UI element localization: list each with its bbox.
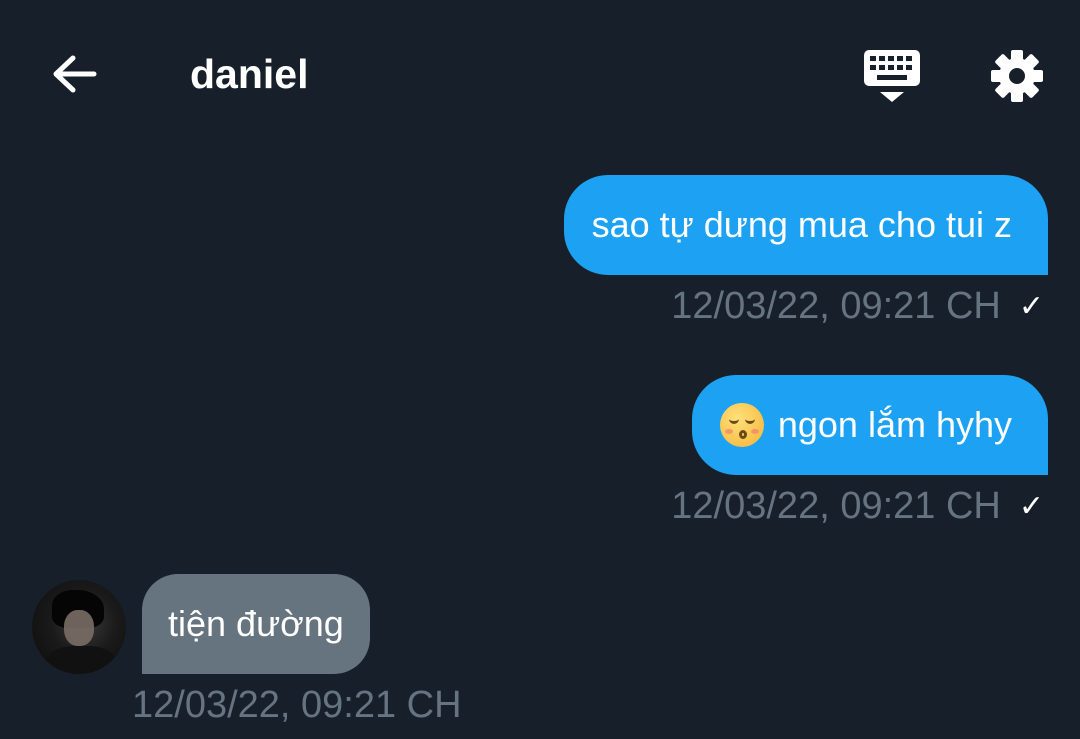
settings-button[interactable] [985, 44, 1049, 108]
message-text: sao tự dưng mua cho tui z [591, 204, 1012, 245]
message-bubble-incoming[interactable]: tiện đường [142, 574, 370, 674]
checkmark-icon: ✓ [1018, 290, 1044, 323]
message-timestamp: 12/03/22, 09:21 CH [132, 684, 462, 726]
message-text: ngon lắm hyhy [777, 404, 1012, 445]
user-avatar[interactable] [32, 580, 126, 674]
message-text: tiện đường [168, 603, 344, 644]
message-bubble-outgoing[interactable]: sao tự dưng mua cho tui z [563, 175, 1048, 275]
checkmark-icon: ✓ [1018, 490, 1044, 523]
message-meta: 12/03/22, 09:21 CH ✓ [671, 285, 1044, 328]
gear-icon [991, 50, 1043, 102]
kissing-smiling-eyes-emoji [719, 403, 764, 447]
keyboard-icon [864, 50, 920, 102]
message-meta: 12/03/22, 09:21 CH ✓ [671, 485, 1044, 528]
arrow-left-icon [53, 55, 97, 93]
message-timestamp: 12/03/22, 09:21 CH [671, 285, 1001, 327]
message-timestamp: 12/03/22, 09:21 CH [671, 485, 1001, 527]
keyboard-toggle-button[interactable] [858, 44, 926, 108]
message-bubble-outgoing[interactable]: ngon lắm hyhy [691, 375, 1048, 475]
back-button[interactable] [40, 48, 108, 100]
dm-conversation-screen: daniel sao tự dưng mua cho tui z 12/03/2… [0, 0, 1080, 739]
conversation-title: daniel [190, 51, 309, 97]
